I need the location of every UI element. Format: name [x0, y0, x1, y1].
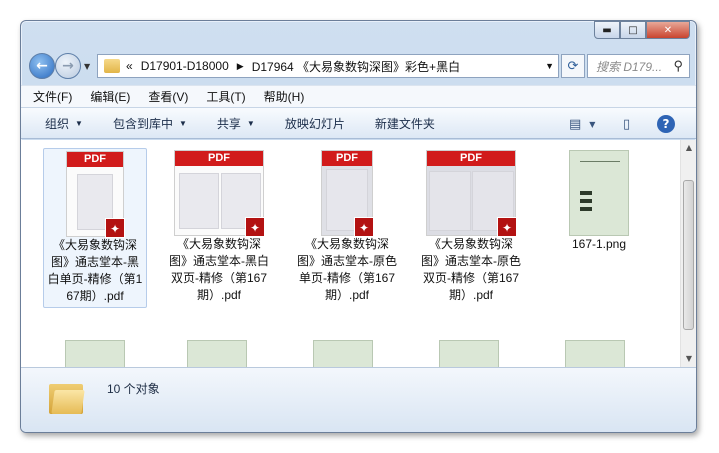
new-folder-button[interactable]: 新建文件夹	[375, 115, 435, 132]
search-icon[interactable]: ⚲	[673, 58, 683, 74]
minimize-button[interactable]: ▬	[594, 21, 620, 39]
slideshow-button[interactable]: 放映幻灯片	[285, 115, 345, 132]
acrobat-icon: ✦	[245, 217, 265, 237]
close-button[interactable]: ✕	[646, 21, 690, 39]
file-list: PDF ✦ 《大易象数钩深图》通志堂本-黑白单页-精修（第167期）.pdf P…	[21, 140, 696, 367]
pdf-badge: PDF	[175, 151, 263, 166]
image-thumbnail[interactable]	[313, 340, 373, 367]
back-arrow-icon[interactable]: ←	[29, 53, 55, 79]
explorer-window: ▬ □ ✕ ← → ▼ « D17901-D18000 ▶ D17964 《大易…	[20, 20, 697, 433]
image-thumbnail[interactable]	[439, 340, 499, 367]
item-count: 10 个对象	[107, 382, 160, 396]
include-in-library-button[interactable]: 包含到库中 ▼	[113, 115, 187, 132]
file-name: 167-1.png	[571, 237, 627, 251]
image-thumbnail[interactable]	[65, 340, 125, 367]
scrollbar-thumb[interactable]	[683, 180, 694, 330]
pdf-badge: PDF	[322, 151, 372, 166]
folder-icon	[49, 380, 85, 414]
pdf-thumbnail: PDF ✦	[426, 150, 517, 237]
forward-arrow-icon[interactable]: →	[55, 53, 81, 79]
organize-button[interactable]: 组织 ▼	[45, 115, 83, 132]
share-label: 共享	[216, 116, 241, 131]
change-view-icon[interactable]: ▤ ▼	[569, 108, 595, 140]
acrobat-icon: ✦	[354, 217, 374, 237]
chevron-down-icon: ▼	[246, 118, 255, 128]
pdf-badge: PDF	[67, 152, 123, 167]
acrobat-icon: ✦	[105, 218, 125, 238]
image-thumbnail[interactable]	[565, 340, 625, 367]
menu-file[interactable]: 文件(F)	[33, 88, 72, 105]
refresh-icon[interactable]: ⟳	[561, 54, 585, 78]
search-placeholder: 搜索 D179...	[596, 59, 663, 74]
page-preview	[429, 171, 471, 231]
pdf-thumbnail: PDF ✦	[174, 150, 265, 237]
breadcrumb-item-current[interactable]: D17964 《大易象数钩深图》彩色+黑白	[252, 58, 460, 75]
pdf-badge: PDF	[427, 151, 515, 166]
address-bar[interactable]: « D17901-D18000 ▶ D17964 《大易象数钩深图》彩色+黑白 …	[97, 54, 559, 78]
file-item-pdf[interactable]: PDF ✦ 《大易象数钩深图》通志堂本-原色双页-精修（第167期）.pdf	[419, 148, 523, 304]
acrobat-icon: ✦	[497, 217, 517, 237]
file-item-png[interactable]: 167-1.png	[547, 148, 651, 253]
details-pane: 10 个对象	[21, 367, 696, 432]
address-overflow-chevron[interactable]: «	[126, 59, 133, 73]
share-button[interactable]: 共享 ▼	[217, 115, 255, 132]
breadcrumb-separator-icon[interactable]: ▶	[237, 61, 244, 72]
chevron-down-icon: ▼	[178, 118, 187, 128]
breadcrumb-item-parent[interactable]: D17901-D18000	[141, 59, 229, 73]
vertical-scrollbar[interactable]: ▲ ▼	[680, 140, 696, 367]
page-preview	[179, 173, 219, 229]
file-item-pdf[interactable]: PDF ✦ 《大易象数钩深图》通志堂本-黑白单页-精修（第167期）.pdf	[43, 148, 147, 308]
menu-tools[interactable]: 工具(T)	[206, 88, 245, 105]
pdf-thumbnail: PDF ✦	[321, 150, 374, 237]
search-input[interactable]: 搜索 D179... ⚲	[587, 54, 690, 78]
scroll-down-icon[interactable]: ▼	[681, 351, 696, 367]
scroll-up-icon[interactable]: ▲	[681, 140, 696, 156]
include-label: 包含到库中	[112, 116, 173, 131]
command-bar: 组织 ▼ 包含到库中 ▼ 共享 ▼ 放映幻灯片 新建文件夹 ▤ ▼ ▯ ?	[21, 107, 696, 139]
file-name: 《大易象数钩深图》通志堂本-黑白单页-精修（第167期）.pdf	[47, 238, 143, 303]
file-name: 《大易象数钩深图》通志堂本-原色双页-精修（第167期）.pdf	[421, 237, 521, 302]
preview-pane-icon[interactable]: ▯	[623, 108, 630, 140]
menu-edit[interactable]: 编辑(E)	[90, 88, 130, 105]
pdf-thumbnail: PDF ✦	[66, 151, 125, 238]
address-dropdown-icon[interactable]: ▼	[545, 61, 554, 71]
file-item-pdf[interactable]: PDF ✦ 《大易象数钩深图》通志堂本-原色单页-精修（第167期）.pdf	[295, 148, 399, 304]
help-icon[interactable]: ?	[657, 108, 675, 140]
image-thumbnail	[569, 150, 629, 236]
file-name: 《大易象数钩深图》通志堂本-原色单页-精修（第167期）.pdf	[297, 237, 397, 302]
maximize-button[interactable]: □	[620, 21, 646, 39]
image-thumbnail[interactable]	[187, 340, 247, 367]
organize-label: 组织	[45, 116, 70, 131]
file-item-pdf[interactable]: PDF ✦ 《大易象数钩深图》通志堂本-黑白双页-精修（第167期）.pdf	[167, 148, 271, 304]
file-name: 《大易象数钩深图》通志堂本-黑白双页-精修（第167期）.pdf	[169, 237, 269, 302]
menu-view[interactable]: 查看(V)	[148, 88, 188, 105]
recent-pages-dropdown-icon[interactable]: ▼	[84, 62, 90, 71]
menu-bar: 文件(F) 编辑(E) 查看(V) 工具(T) 帮助(H)	[21, 85, 696, 107]
caption-buttons: ▬ □ ✕	[594, 21, 690, 39]
navigation-bar: ← → ▼ « D17901-D18000 ▶ D17964 《大易象数钩深图》…	[27, 53, 690, 81]
folder-icon	[104, 59, 120, 73]
menu-help[interactable]: 帮助(H)	[264, 88, 305, 105]
chevron-down-icon: ▼	[75, 118, 83, 128]
